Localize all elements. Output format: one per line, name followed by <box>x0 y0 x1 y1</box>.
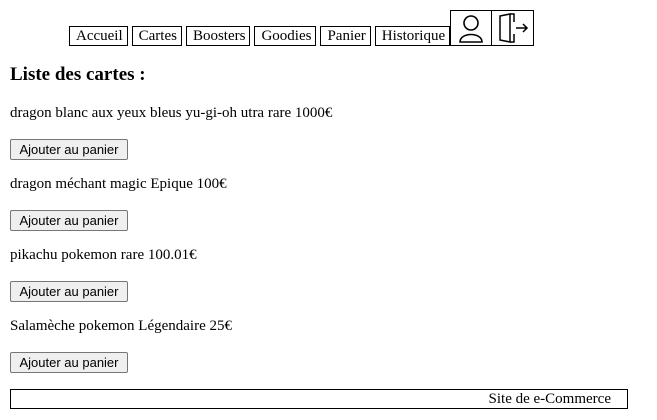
add-to-cart-button[interactable]: Ajouter au panier <box>10 210 128 231</box>
card-item-text: pikachu pokemon rare 100.01€ <box>10 247 197 263</box>
page-title: Liste des cartes : <box>10 64 146 85</box>
add-to-cart-button[interactable]: Ajouter au panier <box>10 139 128 160</box>
nav-item-panier[interactable]: Panier <box>320 26 371 46</box>
footer-text: Site de e-Commerce <box>488 391 611 407</box>
card-item-text: Salamèche pokemon Légendaire 25€ <box>10 318 232 334</box>
card-item-text: dragon méchant magic Epique 100€ <box>10 176 227 192</box>
nav-item-goodies[interactable]: Goodies <box>254 26 317 46</box>
logout-button[interactable] <box>492 10 535 46</box>
main-nav: Accueil Cartes Boosters Goodies Panier H… <box>69 8 535 46</box>
user-profile-button[interactable] <box>450 10 493 46</box>
nav-item-accueil[interactable]: Accueil <box>69 26 128 46</box>
logout-icon <box>498 13 528 43</box>
nav-item-boosters[interactable]: Boosters <box>185 26 251 46</box>
user-icon <box>459 15 483 43</box>
add-to-cart-button[interactable]: Ajouter au panier <box>10 352 128 373</box>
footer: Site de e-Commerce <box>10 389 628 409</box>
nav-item-cartes[interactable]: Cartes <box>131 26 182 46</box>
card-item-text: dragon blanc aux yeux bleus yu-gi-oh utr… <box>10 105 333 121</box>
nav-item-historique[interactable]: Historique <box>374 26 451 46</box>
add-to-cart-button[interactable]: Ajouter au panier <box>10 281 128 302</box>
